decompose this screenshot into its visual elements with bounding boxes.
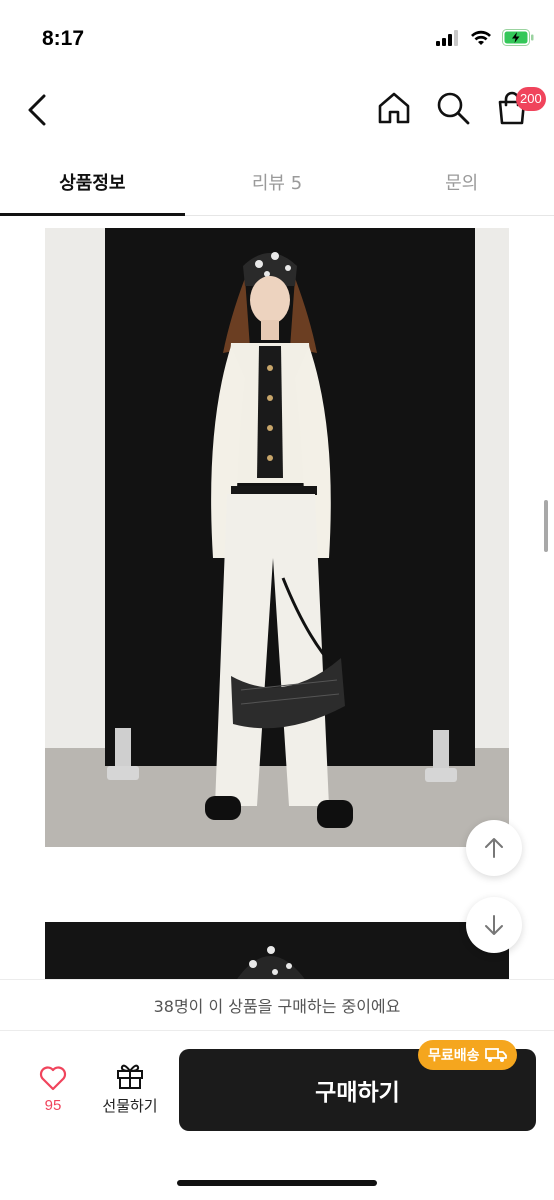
scroll-top-button[interactable] xyxy=(466,820,522,876)
gift-icon xyxy=(117,1064,143,1089)
status-icons xyxy=(436,29,534,46)
heart-icon xyxy=(39,1066,67,1091)
tab-product-info[interactable]: 상품정보 xyxy=(0,148,185,216)
scroll-bottom-button[interactable] xyxy=(466,897,522,953)
gift-button[interactable]: 선물하기 xyxy=(96,1061,164,1125)
home-button[interactable] xyxy=(374,88,414,128)
truck-icon xyxy=(484,1048,507,1062)
product-photo-2 xyxy=(45,922,509,982)
back-button[interactable] xyxy=(22,90,52,130)
tab-reviews[interactable]: 리뷰 5 xyxy=(185,148,370,215)
arrow-down-icon xyxy=(485,915,503,935)
back-icon xyxy=(28,94,46,126)
search-icon xyxy=(437,92,470,125)
scroll-indicator[interactable] xyxy=(544,500,548,552)
status-bar: 8:17 xyxy=(0,0,554,72)
signal-icon xyxy=(436,29,458,46)
search-button[interactable] xyxy=(433,88,473,128)
like-button[interactable]: 95 xyxy=(30,1065,76,1125)
tab-inquiry[interactable]: 문의 xyxy=(369,148,554,215)
home-indicator xyxy=(177,1180,377,1186)
like-count: 95 xyxy=(44,1097,62,1114)
cart-count-badge: 200 xyxy=(516,87,546,111)
free-shipping-label: 무료배송 xyxy=(428,1048,480,1064)
home-icon xyxy=(378,92,410,124)
battery-icon xyxy=(502,29,534,46)
top-navigation xyxy=(0,72,554,148)
arrow-up-icon xyxy=(485,838,503,858)
status-time: 8:17 xyxy=(42,27,85,50)
wifi-icon xyxy=(471,30,491,45)
free-shipping-badge: 무료배송 xyxy=(418,1040,517,1070)
product-photo xyxy=(45,228,509,847)
gift-label: 선물하기 xyxy=(102,1097,158,1115)
purchase-activity-notice: 38명이 이 상품을 구매하는 중이에요 xyxy=(0,979,554,1031)
product-tabs: 상품정보 리뷰 5 문의 xyxy=(0,148,554,216)
